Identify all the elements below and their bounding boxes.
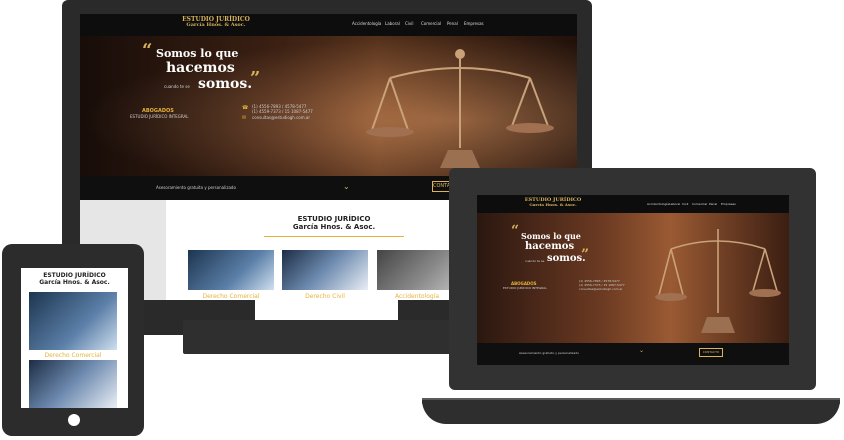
quote-open-mark: “ bbox=[142, 40, 153, 61]
card-image-accidentologia[interactable] bbox=[377, 250, 457, 290]
laptop-quote-close: ” bbox=[581, 247, 590, 263]
section-title-line1: ESTUDIO JURÍDICO bbox=[297, 215, 371, 223]
laptop-nav-item-comercial[interactable]: Comercial bbox=[692, 202, 707, 206]
laptop-brand-line2: García Hnos. & Asoc. bbox=[529, 202, 577, 208]
laptop-hero-line1: Somos lo que bbox=[521, 231, 581, 241]
desktop-brand-logo[interactable]: ESTUDIO JURÍDICO García Hnos. & Asoc. bbox=[176, 16, 256, 29]
monitor-stand bbox=[183, 320, 469, 354]
laptop-nav-item-laboral[interactable]: Laboral bbox=[669, 202, 680, 206]
desktop-navbar: ESTUDIO JURÍDICO García Hnos. & Asoc. Ac… bbox=[80, 14, 577, 36]
section-divider bbox=[264, 236, 404, 237]
laptop-hero-email[interactable]: consultas@estudiogh.com.ar bbox=[579, 287, 623, 291]
tablet-heading: ESTUDIO JURÍDICO García Hnos. & Asoc. bbox=[21, 272, 128, 286]
hero-line1: Somos lo que bbox=[156, 47, 239, 60]
email-icon: ✉ bbox=[242, 115, 247, 121]
hero-phone2: (1) 4559-7373 / 15 1087-5477 bbox=[252, 109, 313, 114]
chevron-down-icon[interactable]: ⌄ bbox=[343, 182, 350, 191]
laptop-cta-text: Asesoramiento gratuito y personalizado bbox=[519, 351, 579, 355]
nav-item-empresas[interactable]: Empresas bbox=[464, 21, 484, 26]
hero-line3-prefix: cuando te se bbox=[164, 84, 190, 89]
brand-line2: García Hnos. & Asoc. bbox=[186, 22, 246, 29]
hero-line2: hacemos bbox=[166, 60, 235, 76]
tablet-screen: ESTUDIO JURÍDICO García Hnos. & Asoc. De… bbox=[21, 268, 128, 408]
scales-of-justice-icon bbox=[366, 49, 554, 168]
card-image-comercial[interactable] bbox=[188, 250, 274, 290]
hero-line2-ellipsis: ... bbox=[226, 67, 232, 74]
laptop-nav-item-penal[interactable]: Penal bbox=[709, 202, 717, 206]
tablet-home-button[interactable] bbox=[68, 414, 80, 426]
quote-close-mark: ” bbox=[250, 68, 261, 89]
laptop-hero-line3-prefix: cuando te se bbox=[525, 259, 545, 263]
cta-text: Asesoramiento gratuito y personalizado bbox=[156, 185, 236, 190]
laptop-scales-icon bbox=[655, 229, 781, 333]
nav-item-penal[interactable]: Penal bbox=[447, 21, 458, 26]
laptop-nav-item-empresas[interactable]: Empresas bbox=[721, 202, 736, 206]
card-label-civil[interactable]: Derecho Civil bbox=[282, 293, 368, 300]
card-image-civil[interactable] bbox=[282, 250, 368, 290]
hero-subtitle: ESTUDIO JURÍDICO INTEGRAL bbox=[130, 114, 189, 119]
laptop-screen: ESTUDIO JURÍDICO García Hnos. & Asoc. Ac… bbox=[477, 195, 789, 365]
laptop-hero-ellipsis: ... bbox=[569, 245, 574, 251]
laptop-contact-button[interactable]: CONTACTO bbox=[699, 348, 723, 357]
nav-item-accidentologia[interactable]: Accidentología bbox=[352, 21, 381, 26]
hero-line3: somos. bbox=[198, 76, 253, 92]
laptop-nav-item-accidentologia[interactable]: Accidentología bbox=[647, 202, 669, 206]
laptop-hero-line3: somos. bbox=[547, 253, 586, 264]
section-title-line2: García Hnos. & Asoc. bbox=[292, 223, 376, 231]
tablet-card-label[interactable]: Derecho Comercial bbox=[29, 352, 117, 359]
phone-icon: ☎ bbox=[242, 105, 249, 111]
tablet-card-image-civil[interactable] bbox=[29, 360, 117, 408]
hero-email[interactable]: consultas@estudiogh.com.ar bbox=[252, 115, 310, 120]
monitor-neck bbox=[255, 300, 398, 320]
card-label-accidentologia[interactable]: Accidentología bbox=[377, 293, 457, 300]
nav-item-comercial[interactable]: Comercial bbox=[421, 21, 441, 26]
nav-item-civil[interactable]: Civil bbox=[405, 21, 414, 26]
tablet-title-line2: García Hnos. & Asoc. bbox=[39, 279, 110, 286]
laptop-nav-item-civil[interactable]: Civil bbox=[682, 202, 688, 206]
laptop-hero-line2: hacemos bbox=[525, 241, 575, 252]
laptop-quote-open: “ bbox=[511, 223, 520, 239]
tablet-card-image-comercial[interactable] bbox=[29, 292, 117, 350]
tablet-title-line1: ESTUDIO JURÍDICO bbox=[43, 272, 106, 279]
laptop-base bbox=[422, 400, 840, 424]
laptop-hero-subtitle: ESTUDIO JURÍDICO INTEGRAL bbox=[503, 286, 547, 290]
nav-item-laboral[interactable]: Laboral bbox=[385, 21, 400, 26]
laptop-brand-logo[interactable]: ESTUDIO JURÍDICO García Hnos. & Asoc. bbox=[523, 197, 583, 208]
card-label-comercial[interactable]: Derecho Comercial bbox=[188, 293, 274, 300]
section-heading: ESTUDIO JURÍDICO García Hnos. & Asoc. bbox=[284, 215, 384, 231]
laptop-chevron-down-icon[interactable]: ⌄ bbox=[639, 347, 644, 354]
